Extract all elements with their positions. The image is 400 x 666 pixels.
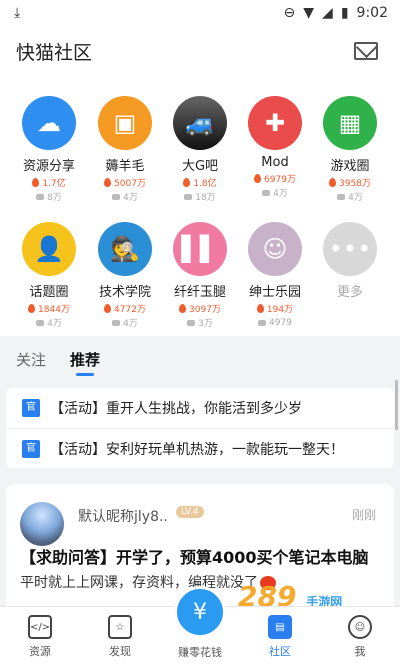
notice-item[interactable]: 官 【活动】重开人生挑战，你能活到多少岁 <box>6 388 394 428</box>
level-badge: LV.4 <box>176 506 204 518</box>
category-item[interactable]: ✚ Mod 6979万 4万 <box>238 96 312 199</box>
post-title[interactable]: 【求助问答】开学了，预算4000买个笔记本电脑 <box>20 544 369 568</box>
nav-resources-label: 资源 <box>29 645 51 658</box>
flame-icon <box>104 178 112 187</box>
status-icons: ⊖ ▼ ◢ ▮ 9:02 <box>284 5 388 21</box>
more-dots-icon: ••• <box>323 222 377 276</box>
store-icon: ▦ <box>323 96 377 150</box>
profile-icon: ☺ <box>348 615 372 639</box>
clock: 9:02 <box>356 5 388 21</box>
download-icon: ⤓ <box>14 5 21 21</box>
category-item[interactable]: ▌▌ 纤纤玉腿 3097万 3万 <box>163 222 237 329</box>
members-icon <box>337 193 346 200</box>
nav-resources[interactable]: </> 资源 <box>10 615 70 659</box>
battery-icon: ▮ <box>340 5 349 21</box>
notice-item[interactable]: 官 【活动】安利好玩单机热游，一款能玩一整天！ <box>6 428 394 468</box>
yen-icon: ¥ <box>193 599 207 625</box>
signal-icon: ◢ <box>322 5 333 21</box>
flame-icon <box>254 174 262 183</box>
category-item[interactable]: ▣ 薅羊毛 5007万 4万 <box>88 96 162 203</box>
notice-text: 【活动】安利好玩单机热游，一款能玩一整天！ <box>50 441 344 458</box>
gift-icon: ▣ <box>98 96 152 150</box>
flame-icon <box>28 304 36 313</box>
flame-icon <box>104 304 112 313</box>
nav-discover[interactable]: ☆ 发现 <box>90 615 150 659</box>
members-icon <box>184 193 193 200</box>
chat-icon: ▤ <box>268 615 292 639</box>
notice-text: 【活动】重开人生挑战，你能活到多少岁 <box>50 401 302 417</box>
app-header: 快猫社区 <box>0 26 400 76</box>
tab-recommend[interactable]: 推荐 <box>70 349 100 376</box>
post-author[interactable]: 默认昵称jly8.. <box>78 506 168 526</box>
nav-discover-label: 发现 <box>109 645 131 658</box>
flame-icon <box>329 178 337 187</box>
feed-tabs: 关注 推荐 <box>0 340 400 378</box>
category-item[interactable]: ☺ 绅士乐园 194万 4979 <box>238 222 312 328</box>
category-item-more[interactable]: ••• 更多 <box>313 222 387 300</box>
official-badge: 官 <box>22 439 40 458</box>
category-item[interactable]: 🕵 技术学院 4772万 4万 <box>88 222 162 329</box>
dnd-icon: ⊖ <box>283 5 296 21</box>
mail-icon[interactable] <box>354 42 378 60</box>
category-item[interactable]: 🚙 大G吧 1.8亿 18万 <box>163 96 237 203</box>
members-icon <box>36 319 45 326</box>
earn-money-button[interactable]: ¥ <box>174 586 226 638</box>
category-item[interactable]: ☁ 资源分享 1.7亿 8万 <box>12 96 86 203</box>
category-item[interactable]: 👤 话题圈 1844万 4万 <box>12 222 86 329</box>
official-badge: 官 <box>22 399 40 417</box>
members-icon <box>262 189 271 196</box>
nav-me-label: 我 <box>354 645 366 658</box>
earn-money-label: 赚零花钱 <box>178 646 222 659</box>
spy-icon: 🕵 <box>98 222 152 276</box>
flame-icon <box>179 304 187 313</box>
wifi-icon: ▼ <box>303 5 315 21</box>
user-hash-icon: 👤 <box>22 222 76 276</box>
members-icon <box>258 319 267 326</box>
page-title: 快猫社区 <box>16 41 93 64</box>
category-grid: ☁ 资源分享 1.7亿 8万 ▣ 薅羊毛 5007万 4万 🚙 大G吧 1.8亿… <box>0 76 400 336</box>
members-icon <box>187 319 196 326</box>
post-time: 刚刚 <box>351 508 376 522</box>
legs-photo: ▌▌ <box>173 222 227 276</box>
avatar[interactable] <box>20 502 64 546</box>
cloud-upload-icon: ☁ <box>22 96 76 150</box>
tab-follow[interactable]: 关注 <box>16 349 46 370</box>
category-item[interactable]: ▦ 游戏圈 3958万 4万 <box>313 96 387 203</box>
members-icon <box>112 193 121 200</box>
status-bar: ⤓ ⊖ ▼ ◢ ▮ 9:02 <box>0 0 400 26</box>
gamepad-icon: ✚ <box>248 96 302 150</box>
nav-community[interactable]: ▤ 社区 <box>250 615 310 659</box>
flame-icon <box>183 178 191 187</box>
scrollbar[interactable] <box>395 380 398 430</box>
nav-community-label: 社区 <box>269 645 291 658</box>
members-icon <box>112 319 121 326</box>
code-icon: </> <box>28 615 52 639</box>
car-photo: 🚙 <box>173 96 227 150</box>
members-icon <box>36 193 45 200</box>
anime-avatar: ☺ <box>248 222 302 276</box>
nav-me[interactable]: ☺ 我 <box>330 615 390 659</box>
flame-icon <box>32 178 40 187</box>
bookmark-star-icon: ☆ <box>108 615 132 639</box>
post-body-text: 平时就上上网课，存资料，编程就没了 <box>20 575 258 591</box>
flame-icon <box>256 304 264 313</box>
notice-list: 官 【活动】重开人生挑战，你能活到多少岁 官 【活动】安利好玩单机热游，一款能玩… <box>6 388 394 468</box>
